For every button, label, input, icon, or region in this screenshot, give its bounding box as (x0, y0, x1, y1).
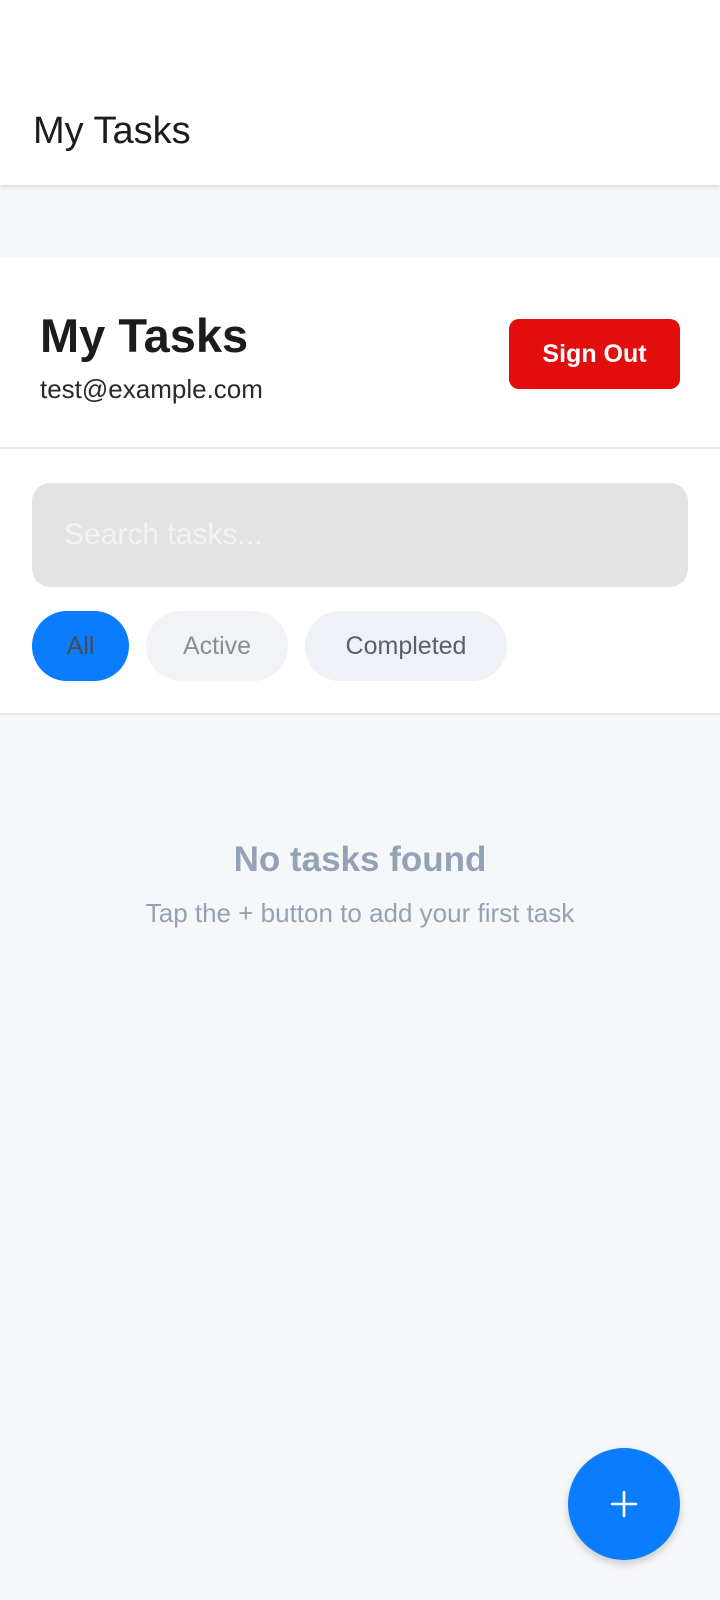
filter-panel: All Active Completed (0, 449, 720, 715)
app-bar-title: My Tasks (33, 110, 191, 152)
user-email: test@example.com (40, 374, 263, 404)
filter-chip-active[interactable]: Active (146, 611, 288, 681)
empty-state-subtitle: Tap the + button to add your first task (145, 898, 575, 928)
empty-state-title: No tasks found (233, 840, 487, 879)
add-task-button[interactable] (568, 1448, 680, 1560)
empty-state: No tasks found Tap the + button to add y… (0, 838, 720, 930)
app-bar: My Tasks (0, 0, 720, 185)
page-title: My Tasks (40, 309, 249, 362)
sign-out-button[interactable]: Sign Out (509, 319, 680, 389)
search-input[interactable] (32, 483, 688, 587)
plus-icon (610, 1490, 638, 1518)
filter-chip-all[interactable]: All (32, 611, 129, 681)
filter-chip-completed[interactable]: Completed (305, 611, 507, 681)
user-header: My Tasks test@example.com Sign Out (0, 258, 720, 449)
